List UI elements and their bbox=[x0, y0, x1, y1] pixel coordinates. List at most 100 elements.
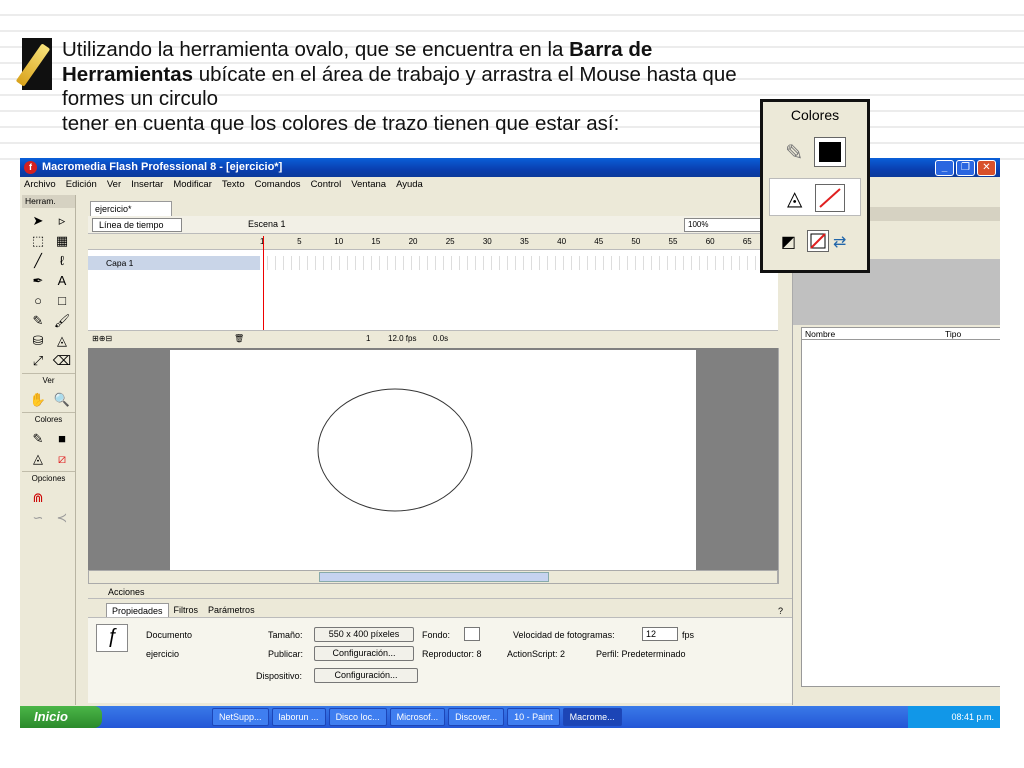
menu-comandos[interactable]: Comandos bbox=[255, 177, 301, 192]
elapsed-time: 0.0s bbox=[433, 334, 449, 343]
straighten-icon[interactable]: ≺ bbox=[51, 508, 73, 527]
fps-input[interactable]: 12 bbox=[642, 627, 678, 641]
pen-tool-icon[interactable]: ✒ bbox=[27, 271, 49, 290]
menu-modificar[interactable]: Modificar bbox=[173, 177, 212, 192]
document-label: Documento bbox=[146, 630, 193, 640]
device-config-button[interactable]: Configuración... bbox=[314, 668, 418, 683]
background-color-swatch[interactable] bbox=[464, 627, 480, 641]
scene-label[interactable]: Escena 1 bbox=[248, 219, 286, 229]
no-color-icon[interactable] bbox=[807, 230, 829, 252]
stroke-pencil-icon: ✎ bbox=[785, 140, 804, 165]
task-discover[interactable]: Discover... bbox=[448, 708, 505, 726]
work-area bbox=[88, 348, 778, 570]
slide: Utilizando la herramienta ovalo, que se … bbox=[0, 0, 1024, 768]
fill-none-swatch[interactable]: ⧄ bbox=[51, 449, 73, 468]
publish-config-button[interactable]: Configuración... bbox=[314, 646, 414, 661]
delete-layer-icon[interactable]: 🗑 bbox=[234, 331, 244, 347]
task-microsoft[interactable]: Microsof... bbox=[389, 708, 446, 726]
fill-bucket-icon: ◬ bbox=[787, 188, 803, 210]
stroke-color-box[interactable] bbox=[814, 137, 846, 167]
task-laborun[interactable]: laborun ... bbox=[271, 708, 326, 726]
instruction-bold1: Barra de bbox=[569, 38, 653, 61]
menu-control[interactable]: Control bbox=[311, 177, 342, 192]
frame-number: 35 bbox=[519, 237, 529, 246]
pencil-bullet-icon bbox=[15, 38, 52, 90]
arrow-tool-icon[interactable]: ➤ bbox=[27, 211, 49, 230]
help-icon[interactable]: ? bbox=[778, 606, 783, 616]
stroke-color-icon[interactable]: ✎ bbox=[27, 429, 49, 448]
stage[interactable] bbox=[170, 350, 696, 570]
rectangle-tool-icon[interactable]: □ bbox=[51, 291, 73, 310]
frame-cells[interactable] bbox=[260, 256, 778, 270]
menu-ver[interactable]: Ver bbox=[107, 177, 121, 192]
flash-logo-icon: f bbox=[24, 161, 37, 174]
menu-insertar[interactable]: Insertar bbox=[131, 177, 163, 192]
player-version: Reproductor: 8 bbox=[422, 649, 482, 659]
eyedropper-tool-icon[interactable]: ⤢ bbox=[27, 351, 49, 370]
actionscript-version: ActionScript: 2 bbox=[507, 649, 566, 659]
document-name: ejercicio bbox=[146, 649, 180, 659]
actions-panel-header[interactable]: Acciones bbox=[88, 586, 792, 599]
menu-edicion[interactable]: Edición bbox=[66, 177, 97, 192]
instruction-line2: ubícate en el área de trabajo y arrastra… bbox=[193, 62, 737, 86]
gradient-tool-icon[interactable]: ▦ bbox=[51, 231, 73, 250]
zoom-tool-icon[interactable]: 🔍 bbox=[51, 390, 73, 409]
fill-color-icon[interactable]: ◬ bbox=[27, 449, 49, 468]
smooth-icon[interactable]: ∽ bbox=[27, 508, 49, 527]
task-disco[interactable]: Disco loc... bbox=[328, 708, 387, 726]
task-netsupp[interactable]: NetSupp... bbox=[212, 708, 269, 726]
layer-name: Capa 1 bbox=[106, 258, 134, 268]
text-tool-icon[interactable]: A bbox=[51, 271, 73, 290]
frame-number: 55 bbox=[668, 237, 678, 246]
playhead[interactable] bbox=[263, 236, 264, 336]
oval-shape[interactable] bbox=[170, 350, 696, 570]
col-tipo[interactable]: Tipo bbox=[942, 328, 961, 339]
task-paint[interactable]: 10 - Paint bbox=[507, 708, 560, 726]
add-layer-icon[interactable]: ⊞⊕⊟ bbox=[92, 331, 112, 347]
close-button[interactable]: ✕ bbox=[977, 160, 996, 176]
stage-vertical-scrollbar[interactable] bbox=[778, 348, 792, 584]
frame-rate: 12.0 fps bbox=[388, 334, 417, 343]
paint-bucket-tool-icon[interactable]: ◬ bbox=[51, 331, 73, 350]
menu-ayuda[interactable]: Ayuda bbox=[396, 177, 423, 192]
tab-propiedades[interactable]: Propiedades bbox=[106, 603, 169, 617]
document-tab[interactable]: ejercicio* bbox=[90, 201, 172, 216]
minimize-button[interactable]: _ bbox=[935, 160, 954, 176]
task-macromedia[interactable]: Macrome... bbox=[562, 708, 622, 726]
line-tool-icon[interactable]: ╱ bbox=[27, 251, 49, 270]
menu-texto[interactable]: Texto bbox=[222, 177, 245, 192]
size-button[interactable]: 550 x 400 píxeles bbox=[314, 627, 414, 642]
tools-header: Herram. bbox=[22, 195, 75, 208]
restore-button[interactable]: ❐ bbox=[956, 160, 975, 176]
col-nombre[interactable]: Nombre bbox=[802, 328, 942, 339]
current-frame: 1 bbox=[366, 334, 371, 343]
zoom-select[interactable]: 100% bbox=[684, 218, 764, 232]
ink-bottle-tool-icon[interactable]: ⛁ bbox=[27, 331, 49, 350]
tab-filtros[interactable]: Filtros bbox=[169, 603, 204, 617]
start-button[interactable]: Inicio bbox=[20, 706, 102, 728]
timeline-header: 1 5 10 15 20 25 30 35 40 45 50 55 60 65 bbox=[88, 234, 778, 250]
fill-color-box[interactable] bbox=[815, 184, 845, 212]
stroke-color-swatch[interactable]: ■ bbox=[51, 429, 73, 448]
snap-magnet-icon[interactable]: ⋒ bbox=[27, 488, 49, 507]
layer-row[interactable]: Capa 1 bbox=[88, 256, 260, 270]
eraser-tool-icon[interactable]: ⌫ bbox=[51, 351, 73, 370]
swap-colors-icon[interactable]: ⇄ bbox=[833, 232, 846, 252]
frame-number: 1 bbox=[260, 234, 297, 250]
frame-number: 20 bbox=[408, 237, 418, 246]
black-white-icon[interactable]: ◩ bbox=[781, 232, 796, 252]
hand-tool-icon[interactable]: ✋ bbox=[27, 390, 49, 409]
stage-horizontal-scrollbar[interactable] bbox=[88, 570, 778, 584]
menu-ventana[interactable]: Ventana bbox=[351, 177, 386, 192]
subselect-tool-icon[interactable]: ▹ bbox=[51, 211, 73, 230]
tools-opciones-label: Opciones bbox=[22, 471, 75, 485]
pencil-tool-icon[interactable]: ✎ bbox=[27, 311, 49, 330]
free-transform-tool-icon[interactable]: ⬚ bbox=[27, 231, 49, 250]
tab-parametros[interactable]: Parámetros bbox=[203, 603, 260, 617]
lasso-tool-icon[interactable]: ℓ bbox=[51, 251, 73, 270]
brush-tool-icon[interactable]: 🖌 bbox=[51, 311, 73, 330]
timeline-button[interactable]: Línea de tiempo bbox=[92, 218, 182, 232]
profile-label: Perfil: Predeterminado bbox=[596, 649, 686, 659]
oval-tool-icon[interactable]: ○ bbox=[27, 291, 49, 310]
menu-archivo[interactable]: Archivo bbox=[24, 177, 56, 192]
